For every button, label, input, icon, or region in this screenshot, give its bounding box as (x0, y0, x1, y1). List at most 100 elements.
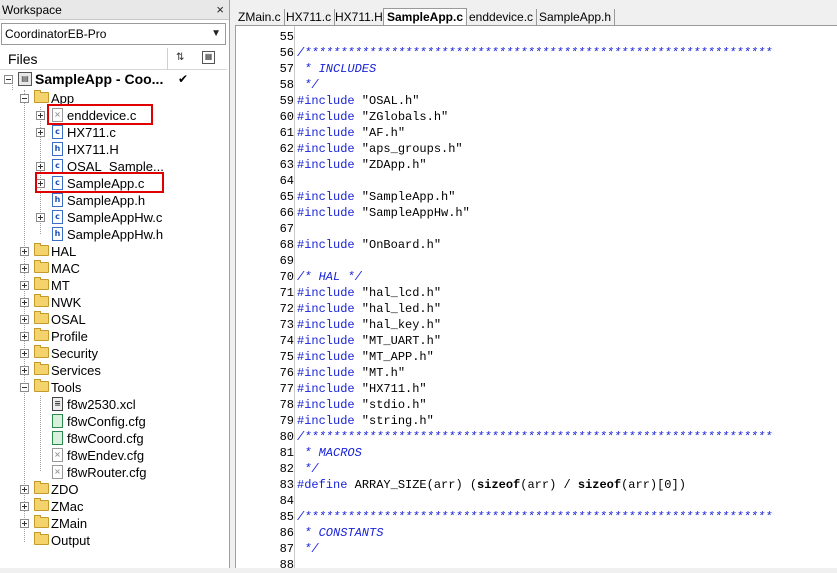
configuration-dropdown[interactable]: CoordinatorEB-Pro ▼ (1, 23, 226, 45)
line-number: 62 (279, 142, 294, 156)
tree-item-label: MAC (51, 261, 80, 276)
expand-icon[interactable] (20, 315, 29, 324)
project-root[interactable]: ▤ SampleApp - Coo... ✔ (0, 71, 227, 88)
tree-folder-zmain[interactable]: ZMain (0, 515, 227, 532)
expand-icon[interactable] (20, 264, 29, 273)
code-text: */ (297, 462, 319, 476)
collapse-icon[interactable] (20, 94, 29, 103)
c-file-icon: c (52, 125, 63, 139)
tree-file-f8wendev[interactable]: × f8wEndev.cfg (0, 447, 227, 464)
code-line: 85/*************************************… (236, 509, 837, 525)
tree-folder-services[interactable]: Services (0, 362, 227, 379)
code-text: #include "aps_groups.h" (297, 142, 463, 156)
collapse-icon[interactable] (4, 75, 13, 84)
tree-file-sampleapphw-c[interactable]: c SampleAppHw.c (0, 209, 227, 226)
code-text: #include "ZDApp.h" (297, 158, 427, 172)
expand-icon[interactable] (36, 162, 45, 171)
sort-icon[interactable]: ⇅ (176, 52, 184, 63)
chevron-down-icon[interactable]: ▼ (211, 28, 221, 39)
expand-icon[interactable] (20, 519, 29, 528)
tab-hx711-h[interactable]: HX711.H (332, 9, 387, 25)
code-text: #include "string.h" (297, 414, 434, 428)
editor-tab-bar: ZMain.c HX711.c HX711.H SampleApp.c endd… (235, 8, 837, 26)
column-divider (167, 48, 168, 70)
folder-icon (34, 379, 49, 392)
code-line: 67 (236, 221, 837, 237)
c-file-icon: c (52, 159, 63, 173)
expand-icon[interactable] (20, 332, 29, 341)
close-icon[interactable]: × (216, 2, 224, 17)
tree-folder-mt[interactable]: MT (0, 277, 227, 294)
code-line: 69 (236, 253, 837, 269)
tree-folder-zdo[interactable]: ZDO (0, 481, 227, 498)
project-icon: ▤ (18, 72, 32, 86)
collapse-icon[interactable] (20, 383, 29, 392)
tree-folder-zmac[interactable]: ZMac (0, 498, 227, 515)
line-number: 87 (279, 542, 294, 556)
expand-icon[interactable] (36, 128, 45, 137)
code-editor[interactable]: 55 56/***********************************… (235, 26, 837, 572)
expand-icon[interactable] (20, 366, 29, 375)
tree-folder-tools[interactable]: Tools (0, 379, 227, 396)
expand-icon[interactable] (20, 485, 29, 494)
code-line: 74 #include "MT_UART.h" (236, 333, 837, 349)
tree-folder-hal[interactable]: HAL (0, 243, 227, 260)
tab-enddevice-c[interactable]: enddevice.c (466, 9, 538, 25)
options-icon[interactable]: ▦ (202, 51, 215, 64)
line-number: 70 (279, 270, 294, 284)
line-number: 72 (279, 302, 294, 316)
code-line: 68 #include "OnBoard.h" (236, 237, 837, 253)
tree-file-sampleapp-h[interactable]: h SampleApp.h (0, 192, 227, 209)
code-text: #define ARRAY_SIZE(arr) (sizeof(arr) / s… (297, 478, 686, 492)
expand-icon[interactable] (36, 111, 45, 120)
line-number: 83 (279, 478, 294, 492)
code-line: 86 * CONSTANTS (236, 525, 837, 541)
tree-file-sampleapphw-h[interactable]: h SampleAppHw.h (0, 226, 227, 243)
tree-item-label: Security (51, 346, 98, 361)
tree-file-hx711c[interactable]: c HX711.c (0, 124, 227, 141)
highlight-box (47, 104, 153, 125)
expand-icon[interactable] (36, 213, 45, 222)
tab-hx711-c[interactable]: HX711.c (283, 9, 336, 25)
folder-icon (34, 345, 49, 358)
tree-item-label: f8w2530.xcl (67, 397, 136, 412)
code-line: 77 #include "HX711.h" (236, 381, 837, 397)
code-text: /***************************************… (297, 430, 773, 444)
tree-file-f8wrouter[interactable]: × f8wRouter.cfg (0, 464, 227, 481)
expand-icon[interactable] (20, 247, 29, 256)
tree-folder-nwk[interactable]: NWK (0, 294, 227, 311)
tree-item-label: f8wConfig.cfg (67, 414, 146, 429)
code-text: #include "MT_APP.h" (297, 350, 434, 364)
tree-folder-output[interactable]: Output (0, 532, 227, 549)
code-text: #include "SampleAppHw.h" (297, 206, 470, 220)
line-number: 56 (279, 46, 294, 60)
code-text: #include "ZGlobals.h" (297, 110, 449, 124)
expand-icon[interactable] (20, 298, 29, 307)
tree-folder-osal[interactable]: OSAL (0, 311, 227, 328)
code-line: 72 #include "hal_led.h" (236, 301, 837, 317)
tree-item-label: f8wEndev.cfg (67, 448, 145, 463)
folder-icon (34, 311, 49, 324)
code-line: 84 (236, 493, 837, 509)
expand-icon[interactable] (20, 349, 29, 358)
line-number: 55 (279, 30, 294, 44)
tree-file-f8wconfig[interactable]: f8wConfig.cfg (0, 413, 227, 430)
code-line: 56/*************************************… (236, 45, 837, 61)
expand-icon[interactable] (20, 281, 29, 290)
tree-file-f8w2530[interactable]: ≡ f8w2530.xcl (0, 396, 227, 413)
tree-item-label: SampleApp.h (67, 193, 146, 208)
tree-folder-mac[interactable]: MAC (0, 260, 227, 277)
code-text: * CONSTANTS (297, 526, 384, 540)
code-text: /***************************************… (297, 510, 773, 524)
tree-folder-security[interactable]: Security (0, 345, 227, 362)
tree-file-f8wcoord[interactable]: f8wCoord.cfg (0, 430, 227, 447)
tree-folder-profile[interactable]: Profile (0, 328, 227, 345)
folder-icon (34, 515, 49, 528)
tab-sampleapp-c[interactable]: SampleApp.c (383, 8, 468, 25)
tree-file-hx711h[interactable]: h HX711.H (0, 141, 227, 158)
tab-sampleapp-h[interactable]: SampleApp.h (536, 9, 616, 25)
code-text: /* HAL */ (297, 270, 362, 284)
line-number: 75 (279, 350, 294, 364)
expand-icon[interactable] (20, 502, 29, 511)
tab-zmain-c[interactable]: ZMain.c (235, 9, 285, 25)
